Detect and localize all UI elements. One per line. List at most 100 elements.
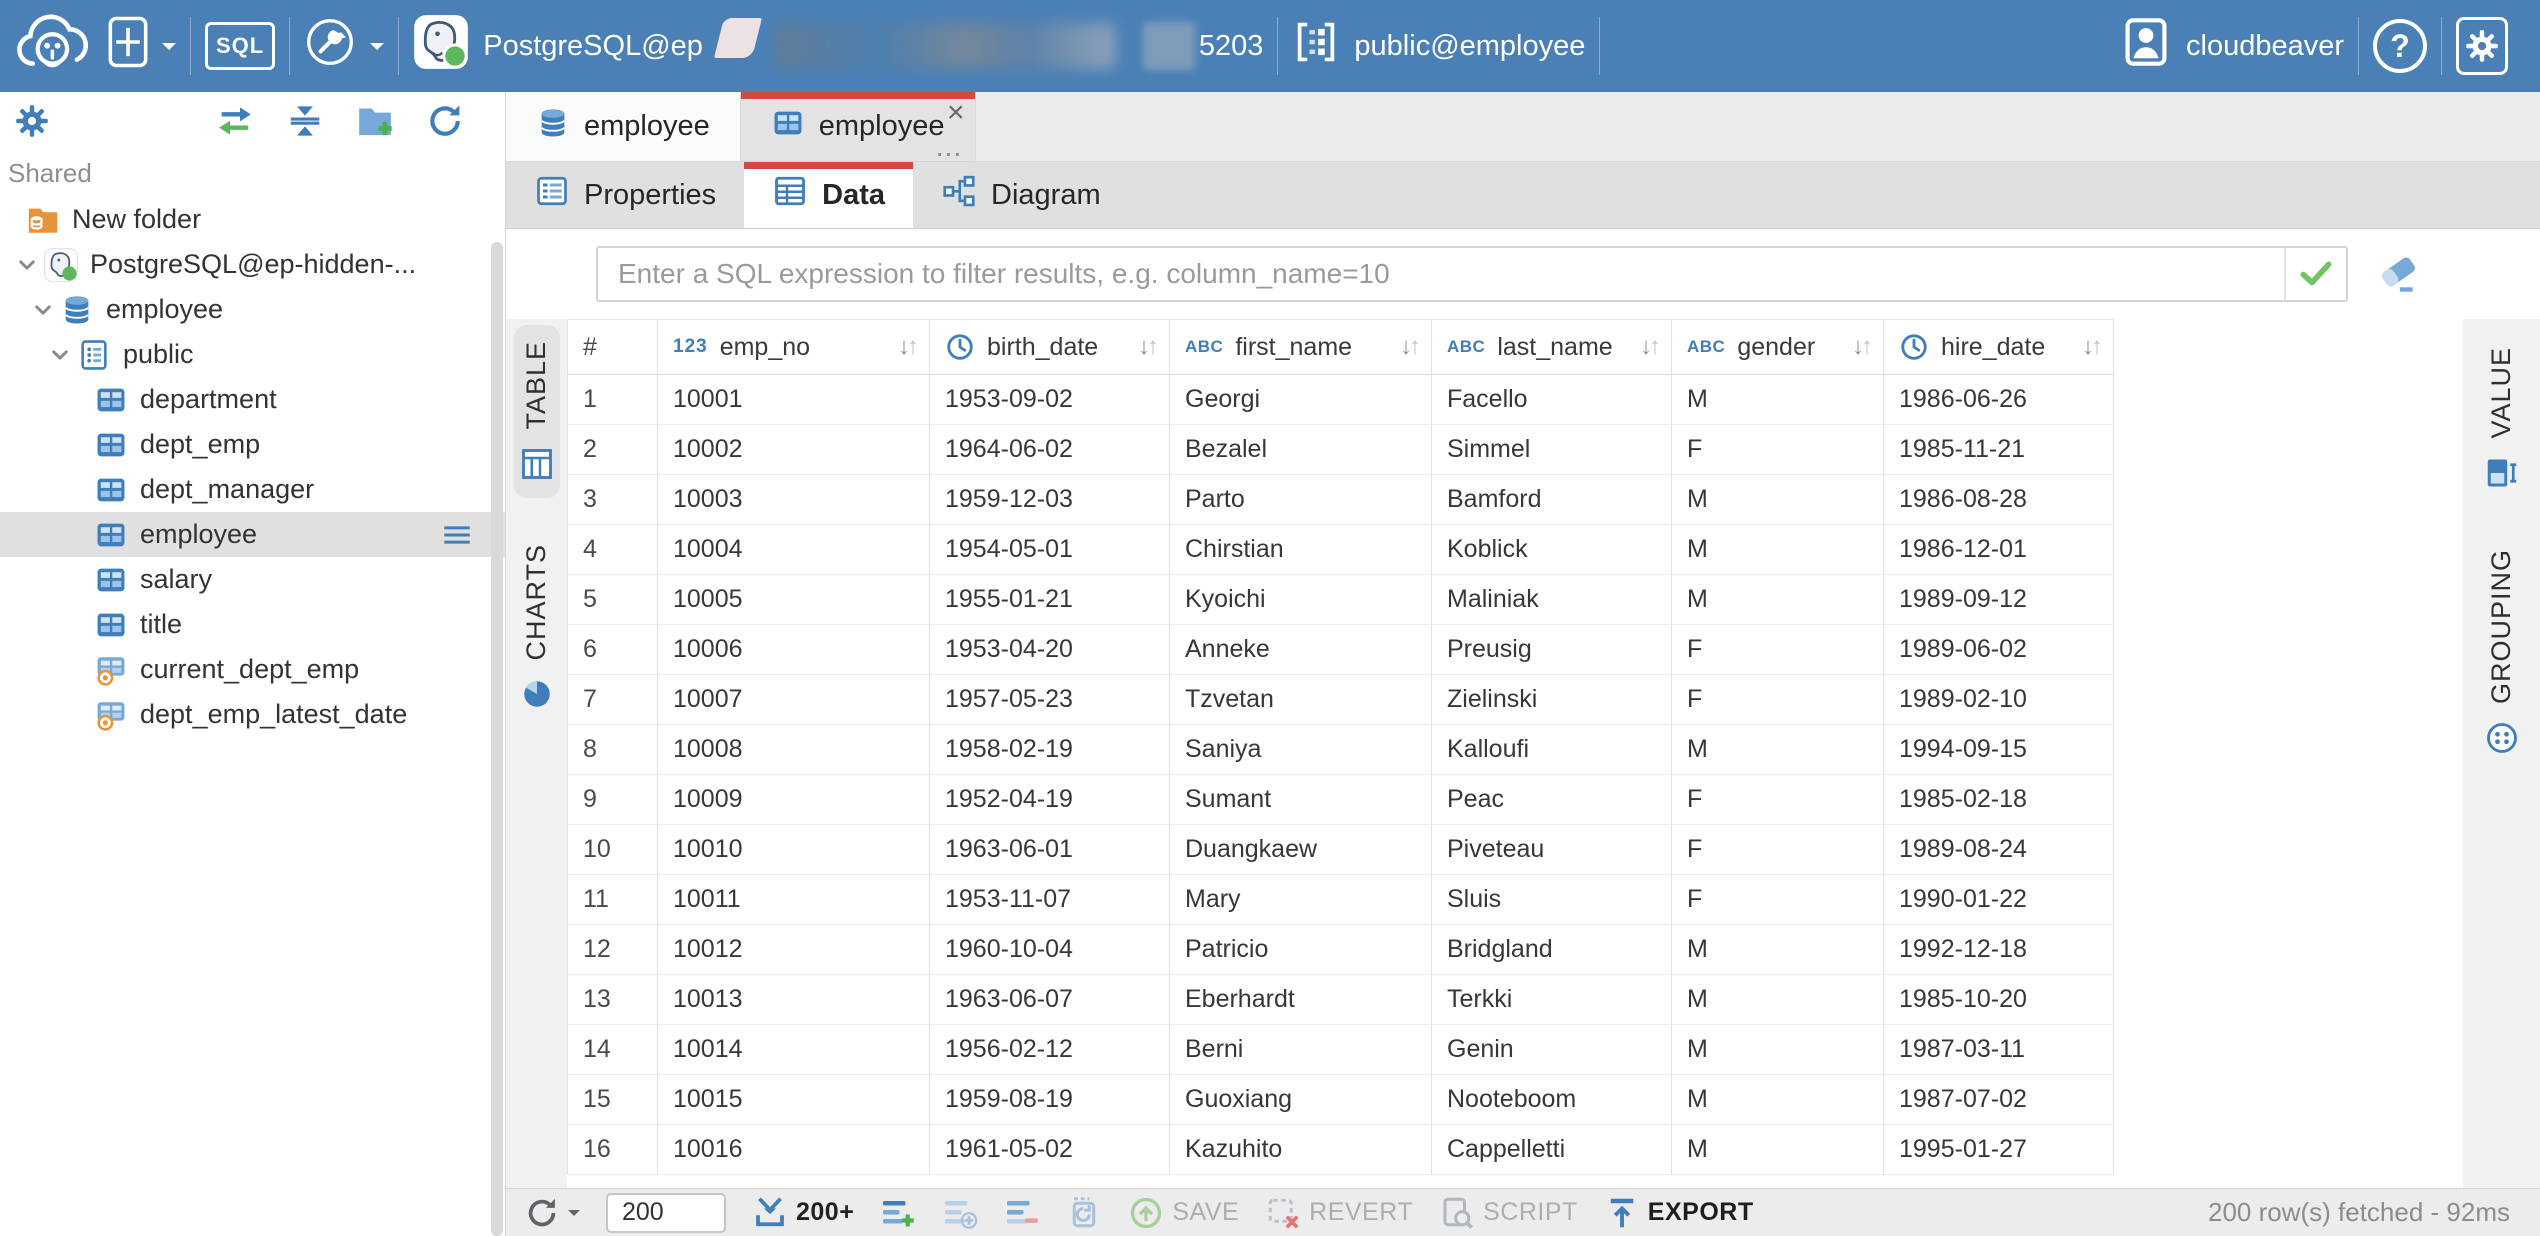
table-cell[interactable]: F xyxy=(1672,875,1884,925)
save-button[interactable]: SAVE xyxy=(1128,1195,1239,1231)
export-button[interactable]: EXPORT xyxy=(1604,1195,1754,1231)
table-cell[interactable]: M xyxy=(1672,525,1884,575)
table-cell[interactable]: Piveteau xyxy=(1432,825,1672,875)
row-number-cell[interactable]: 9 xyxy=(567,775,658,825)
sql-editor-button[interactable]: SQL xyxy=(191,0,289,92)
sql-filter-input[interactable] xyxy=(598,248,2284,300)
apply-filter-button[interactable] xyxy=(2284,248,2346,300)
chevron-down-icon[interactable] xyxy=(10,248,44,282)
table-cell[interactable]: 1963-06-01 xyxy=(930,825,1170,875)
table-cell[interactable]: Nooteboom xyxy=(1432,1075,1672,1125)
table-cell[interactable]: Preusig xyxy=(1432,625,1672,675)
chevron-down-icon[interactable] xyxy=(43,338,77,372)
table-cell[interactable]: 10012 xyxy=(658,925,930,975)
table-cell[interactable]: 1987-07-02 xyxy=(1884,1075,2114,1125)
table-cell[interactable]: M xyxy=(1672,375,1884,425)
table-cell[interactable]: Eberhardt xyxy=(1170,975,1432,1025)
table-cell[interactable]: 1989-02-10 xyxy=(1884,675,2114,725)
table-cell[interactable]: F xyxy=(1672,675,1884,725)
right-panel-tab-grouping[interactable]: GROUPING xyxy=(2479,533,2525,772)
table-cell[interactable]: Kyoichi xyxy=(1170,575,1432,625)
table-cell[interactable]: 1953-09-02 xyxy=(930,375,1170,425)
table-cell[interactable]: M xyxy=(1672,725,1884,775)
duplicate-row-button[interactable] xyxy=(942,1195,978,1231)
tab-employee-table[interactable]: employee×… xyxy=(741,92,976,161)
fetch-next-page-button[interactable]: 200+ xyxy=(752,1195,854,1231)
column-header-first_name[interactable]: ABCfirst_name↓↑ xyxy=(1170,319,1432,375)
table-cell[interactable]: Patricio xyxy=(1170,925,1432,975)
table-cell[interactable]: 1959-08-19 xyxy=(930,1075,1170,1125)
subtab-diagram[interactable]: Diagram xyxy=(913,162,1129,228)
tree-item-salary[interactable]: salary xyxy=(0,557,505,602)
table-cell[interactable]: 1990-01-22 xyxy=(1884,875,2114,925)
right-panel-tab-value[interactable]: VALUE xyxy=(2479,331,2525,507)
tree-item-dept-emp[interactable]: dept_emp xyxy=(0,422,505,467)
table-cell[interactable]: 1986-06-26 xyxy=(1884,375,2114,425)
settings-button[interactable] xyxy=(2442,0,2522,92)
row-number-cell[interactable]: 13 xyxy=(567,975,658,1025)
table-cell[interactable]: 10008 xyxy=(658,725,930,775)
tree-item-dept-manager[interactable]: dept_manager xyxy=(0,467,505,512)
left-panel-tab-table[interactable]: TABLE xyxy=(514,325,560,498)
row-number-cell[interactable]: 15 xyxy=(567,1075,658,1125)
table-cell[interactable]: 1958-02-19 xyxy=(930,725,1170,775)
table-cell[interactable]: 10009 xyxy=(658,775,930,825)
table-cell[interactable]: Chirstian xyxy=(1170,525,1432,575)
delete-row-button[interactable] xyxy=(1004,1195,1040,1231)
subtab-data[interactable]: Data xyxy=(744,162,913,228)
row-number-cell[interactable]: 3 xyxy=(567,475,658,525)
table-cell[interactable]: M xyxy=(1672,1025,1884,1075)
table-cell[interactable]: F xyxy=(1672,775,1884,825)
table-cell[interactable]: F xyxy=(1672,425,1884,475)
row-number-cell[interactable]: 1 xyxy=(567,375,658,425)
connection-selector[interactable]: PostgreSQL@ep 5203 xyxy=(399,0,1277,92)
row-number-cell[interactable]: 2 xyxy=(567,425,658,475)
table-cell[interactable]: 1986-08-28 xyxy=(1884,475,2114,525)
table-cell[interactable]: 1989-08-24 xyxy=(1884,825,2114,875)
sidebar-scrollbar[interactable] xyxy=(491,242,503,1236)
table-cell[interactable]: 1989-09-12 xyxy=(1884,575,2114,625)
table-cell[interactable]: Saniya xyxy=(1170,725,1432,775)
subtab-properties[interactable]: Properties xyxy=(506,162,744,228)
tree-item-menu-button[interactable] xyxy=(435,518,479,552)
table-cell[interactable]: M xyxy=(1672,975,1884,1025)
table-cell[interactable]: 1963-06-07 xyxy=(930,975,1170,1025)
table-cell[interactable]: 1985-11-21 xyxy=(1884,425,2114,475)
table-cell[interactable]: 1985-10-20 xyxy=(1884,975,2114,1025)
tree-item-dept-emp-latest-date[interactable]: dept_emp_latest_date xyxy=(0,692,505,737)
row-number-cell[interactable]: 7 xyxy=(567,675,658,725)
table-cell[interactable]: Cappelletti xyxy=(1432,1125,1672,1175)
table-cell[interactable]: 1987-03-11 xyxy=(1884,1025,2114,1075)
new-folder-button[interactable] xyxy=(355,102,395,142)
column-header-last_name[interactable]: ABClast_name↓↑ xyxy=(1432,319,1672,375)
tree-item-employee[interactable]: employee xyxy=(0,512,505,557)
table-cell[interactable]: Peac xyxy=(1432,775,1672,825)
table-cell[interactable]: 1994-09-15 xyxy=(1884,725,2114,775)
table-cell[interactable]: F xyxy=(1672,825,1884,875)
row-limit-input[interactable] xyxy=(606,1193,726,1233)
table-cell[interactable]: 1986-12-01 xyxy=(1884,525,2114,575)
row-number-cell[interactable]: 4 xyxy=(567,525,658,575)
table-cell[interactable]: M xyxy=(1672,925,1884,975)
table-cell[interactable]: Koblick xyxy=(1432,525,1672,575)
table-cell[interactable]: Simmel xyxy=(1432,425,1672,475)
row-number-cell[interactable]: 12 xyxy=(567,925,658,975)
table-cell[interactable]: 1989-06-02 xyxy=(1884,625,2114,675)
table-cell[interactable]: 10010 xyxy=(658,825,930,875)
column-header-birth_date[interactable]: birth_date↓↑ xyxy=(930,319,1170,375)
table-cell[interactable]: 1961-05-02 xyxy=(930,1125,1170,1175)
left-panel-tab-charts[interactable]: CHARTS xyxy=(514,528,560,729)
clear-filter-button[interactable] xyxy=(2370,246,2426,302)
table-cell[interactable]: Sluis xyxy=(1432,875,1672,925)
auto-refresh-button[interactable] xyxy=(1066,1195,1102,1231)
column-header-gender[interactable]: ABCgender↓↑ xyxy=(1672,319,1884,375)
refresh-results-button[interactable] xyxy=(524,1195,580,1231)
sort-toggle-icon[interactable]: ↓↑ xyxy=(898,335,919,359)
table-cell[interactable]: 1995-01-27 xyxy=(1884,1125,2114,1175)
sync-selection-button[interactable] xyxy=(215,102,255,142)
table-cell[interactable]: Guoxiang xyxy=(1170,1075,1432,1125)
table-cell[interactable]: 10002 xyxy=(658,425,930,475)
row-number-cell[interactable]: 16 xyxy=(567,1125,658,1175)
tree-item-department[interactable]: department xyxy=(0,377,505,422)
add-row-button[interactable] xyxy=(880,1195,916,1231)
